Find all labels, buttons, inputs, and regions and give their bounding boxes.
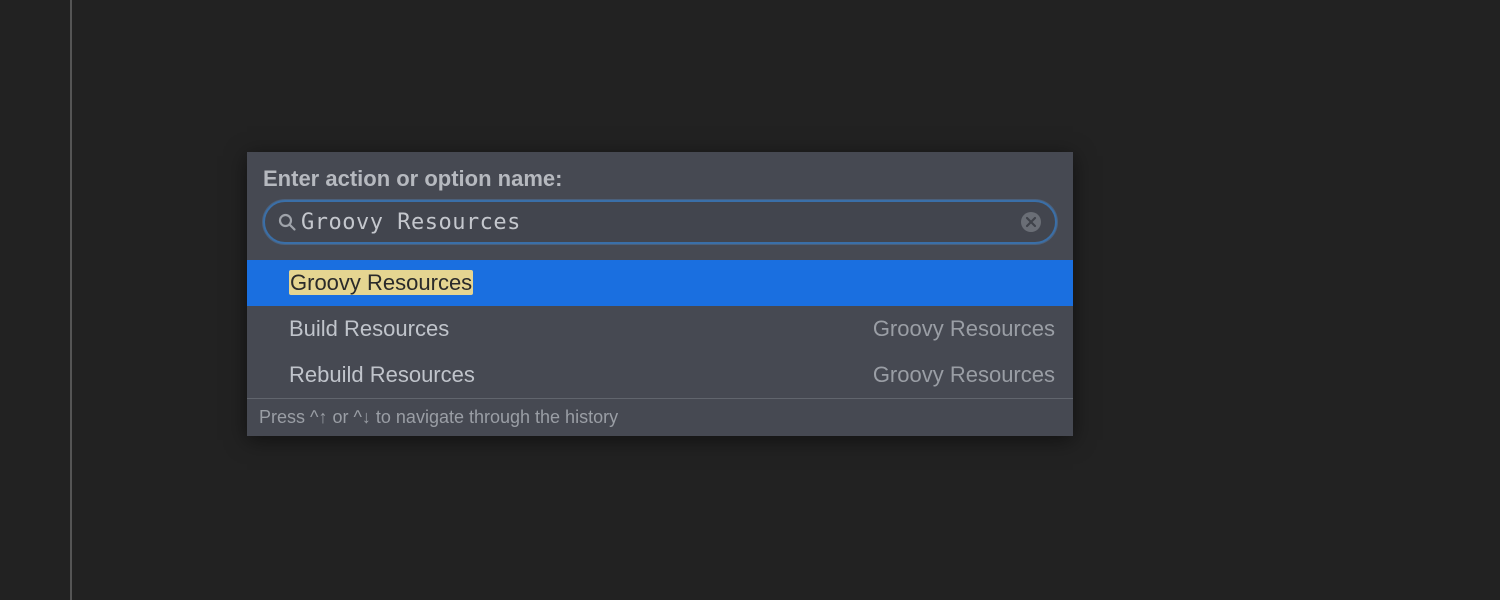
result-category: Groovy Resources (873, 362, 1055, 388)
result-item-build-resources[interactable]: Build Resources Groovy Resources (247, 306, 1073, 352)
clear-icon[interactable] (1019, 210, 1043, 234)
result-item-rebuild-resources[interactable]: Rebuild Resources Groovy Resources (247, 352, 1073, 398)
popup-title: Enter action or option name: (263, 166, 1057, 192)
result-item-groovy-resources[interactable]: Groovy Resources (247, 260, 1073, 306)
popup-footer-hint: Press ^↑ or ^↓ to navigate through the h… (247, 398, 1073, 436)
result-category: Groovy Resources (873, 316, 1055, 342)
panel-divider (70, 0, 72, 600)
result-label: Build Resources (289, 316, 449, 342)
find-action-popup: Enter action or option name: Groovy Reso… (247, 152, 1073, 436)
search-icon (277, 212, 297, 232)
result-label: Rebuild Resources (289, 362, 475, 388)
results-list: Groovy Resources Build Resources Groovy … (247, 260, 1073, 398)
search-input[interactable] (301, 210, 1019, 235)
result-label: Groovy Resources (289, 270, 473, 296)
search-box[interactable] (263, 200, 1057, 244)
popup-header: Enter action or option name: (247, 152, 1073, 254)
